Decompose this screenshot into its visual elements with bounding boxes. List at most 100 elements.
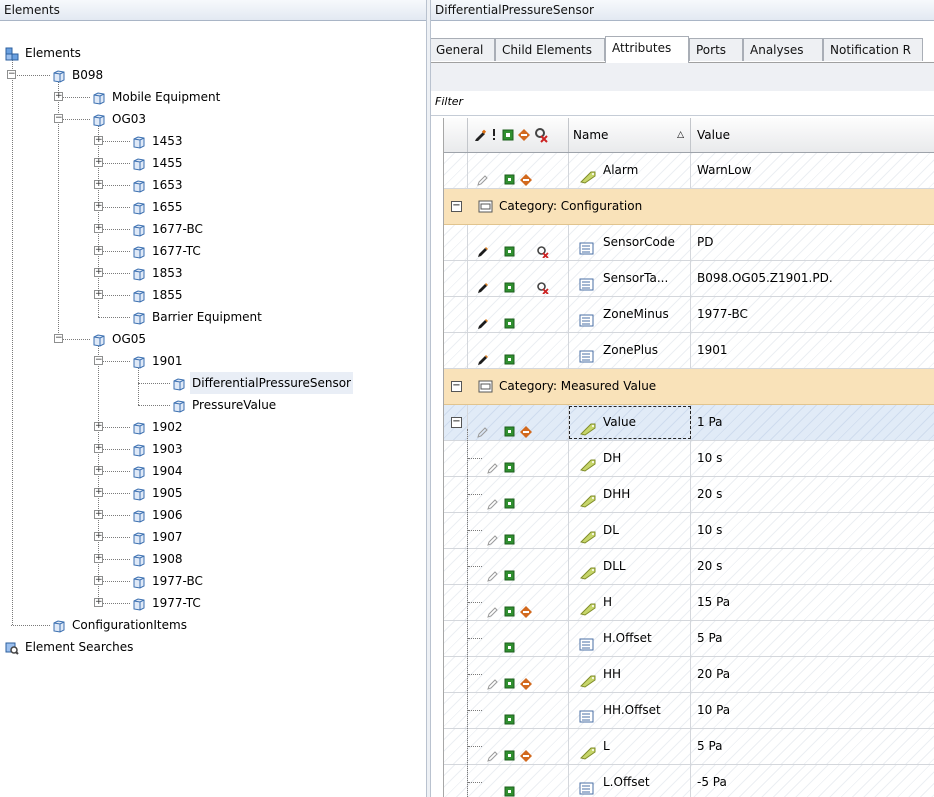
attribute-value-cell[interactable]: 5 Pa [691,729,934,764]
category-row[interactable]: − Category: Measured Value [444,369,934,405]
attribute-row[interactable]: DLL 20 s [444,549,934,585]
attribute-name-cell[interactable]: DH [569,441,691,476]
attribute-value-cell[interactable]: 1977-BC [691,297,934,332]
tree-node[interactable]: Elements [0,42,426,64]
attribute-value-cell[interactable]: 20 Pa [691,657,934,692]
category-row[interactable]: − Category: Configuration [444,189,934,225]
expand-icon[interactable]: + [94,158,103,167]
expand-icon[interactable]: + [94,290,103,299]
attribute-row[interactable]: H.Offset 5 Pa [444,621,934,657]
expand-icon[interactable]: + [94,136,103,145]
attribute-value-cell[interactable]: 5 Pa [691,621,934,656]
expand-icon[interactable]: + [94,554,103,563]
tree-node[interactable]: +1855 [0,284,426,306]
attribute-value-cell[interactable]: 10 s [691,513,934,548]
tree-node[interactable]: +1903 [0,438,426,460]
attribute-value-cell[interactable]: 15 Pa [691,585,934,620]
tree-node[interactable]: +1905 [0,482,426,504]
tree-node[interactable]: − OG03 [0,108,426,130]
attribute-name-cell[interactable]: ZonePlus [569,333,691,368]
header-value[interactable]: Value [691,118,934,152]
tree-node[interactable]: DifferentialPressureSensor [0,372,426,394]
expand-icon[interactable]: + [94,510,103,519]
attribute-value-cell[interactable]: PD [691,225,934,260]
attribute-row[interactable]: SensorCode PD [444,225,934,261]
attribute-name-cell[interactable]: SensorCode [569,225,691,260]
tab-general[interactable]: General [431,38,495,61]
expand-icon[interactable]: + [94,224,103,233]
tree-node[interactable]: +1455 [0,152,426,174]
tree-node[interactable]: +1902 [0,416,426,438]
tab-analyses[interactable]: Analyses [743,38,823,61]
tree-node[interactable]: + Mobile Equipment [0,86,426,108]
expand-icon[interactable]: + [94,202,103,211]
filter-bar[interactable]: Filter [431,91,934,116]
tab-attributes[interactable]: Attributes [605,36,689,63]
attribute-name-cell[interactable]: H.Offset [569,621,691,656]
tree-node[interactable]: +1904 [0,460,426,482]
tab-child-elements[interactable]: Child Elements [495,38,605,61]
attribute-row[interactable]: − Value 1 Pa [444,405,934,441]
attribute-row[interactable]: HH.Offset 10 Pa [444,693,934,729]
attribute-name-cell[interactable]: HH [569,657,691,692]
attribute-name-cell[interactable]: Alarm [569,153,691,188]
attribute-row[interactable]: DL 10 s [444,513,934,549]
collapse-icon[interactable]: − [54,114,63,123]
expand-icon[interactable]: + [94,532,103,541]
attribute-name-cell[interactable]: DL [569,513,691,548]
expand-icon[interactable]: + [94,422,103,431]
tree-node[interactable]: Barrier Equipment [0,306,426,328]
tree-node[interactable]: PressureValue [0,394,426,416]
tab-ports[interactable]: Ports [689,38,743,61]
attribute-row[interactable]: Alarm WarnLow [444,153,934,189]
attribute-row[interactable]: ZoneMinus 1977-BC [444,297,934,333]
collapse-icon[interactable]: − [94,356,103,365]
header-name[interactable]: Name △ [569,118,691,152]
collapse-icon[interactable]: − [54,334,63,343]
collapse-icon[interactable]: − [7,70,16,79]
expand-icon[interactable]: + [94,488,103,497]
expand-icon[interactable]: + [54,92,63,101]
tree-node[interactable]: ConfigurationItems [0,614,426,636]
tree-node[interactable]: − B098 [0,64,426,86]
attribute-row[interactable]: SensorTa... B098.OG05.Z1901.PD. [444,261,934,297]
attribute-row[interactable]: DH 10 s [444,441,934,477]
expand-icon[interactable]: + [94,466,103,475]
attribute-value-cell[interactable]: WarnLow [691,153,934,188]
attribute-value-cell[interactable]: 1901 [691,333,934,368]
attribute-row[interactable]: L.Offset -5 Pa [444,765,934,797]
attribute-row[interactable]: HH 20 Pa [444,657,934,693]
tab-notification-r[interactable]: Notification R [823,38,923,61]
tree-node[interactable]: +1653 [0,174,426,196]
tree-node[interactable]: +1908 [0,548,426,570]
tree-node[interactable]: − OG05 [0,328,426,350]
tree-node[interactable]: Element Searches [0,636,426,658]
expand-icon[interactable]: + [94,268,103,277]
tree-node[interactable]: − 1901 [0,350,426,372]
attribute-name-cell[interactable]: L [569,729,691,764]
attribute-value-cell[interactable]: B098.OG05.Z1901.PD. [691,261,934,296]
tree-node[interactable]: +1907 [0,526,426,548]
expand-icon[interactable]: + [94,576,103,585]
expand-icon[interactable]: + [94,444,103,453]
collapse-icon[interactable]: − [451,201,462,212]
expand-icon[interactable]: + [94,180,103,189]
attribute-value-cell[interactable]: 10 Pa [691,693,934,728]
tree-node[interactable]: +1655 [0,196,426,218]
tree-node[interactable]: +1853 [0,262,426,284]
tree-node[interactable]: +1677-TC [0,240,426,262]
attribute-name-cell[interactable]: DLL [569,549,691,584]
attribute-row[interactable]: H 15 Pa [444,585,934,621]
tree-node[interactable]: +1677-BC [0,218,426,240]
tree-node[interactable]: +1977-TC [0,592,426,614]
attribute-name-cell[interactable]: ZoneMinus [569,297,691,332]
attribute-name-cell[interactable]: SensorTa... [569,261,691,296]
collapse-icon[interactable]: − [451,381,462,392]
attribute-row[interactable]: DHH 20 s [444,477,934,513]
attribute-value-cell[interactable]: 10 s [691,441,934,476]
attribute-name-cell[interactable]: HH.Offset [569,693,691,728]
attribute-name-cell[interactable]: H [569,585,691,620]
attribute-name-cell[interactable]: DHH [569,477,691,512]
tree-node[interactable]: +1906 [0,504,426,526]
tree-node[interactable]: +1453 [0,130,426,152]
